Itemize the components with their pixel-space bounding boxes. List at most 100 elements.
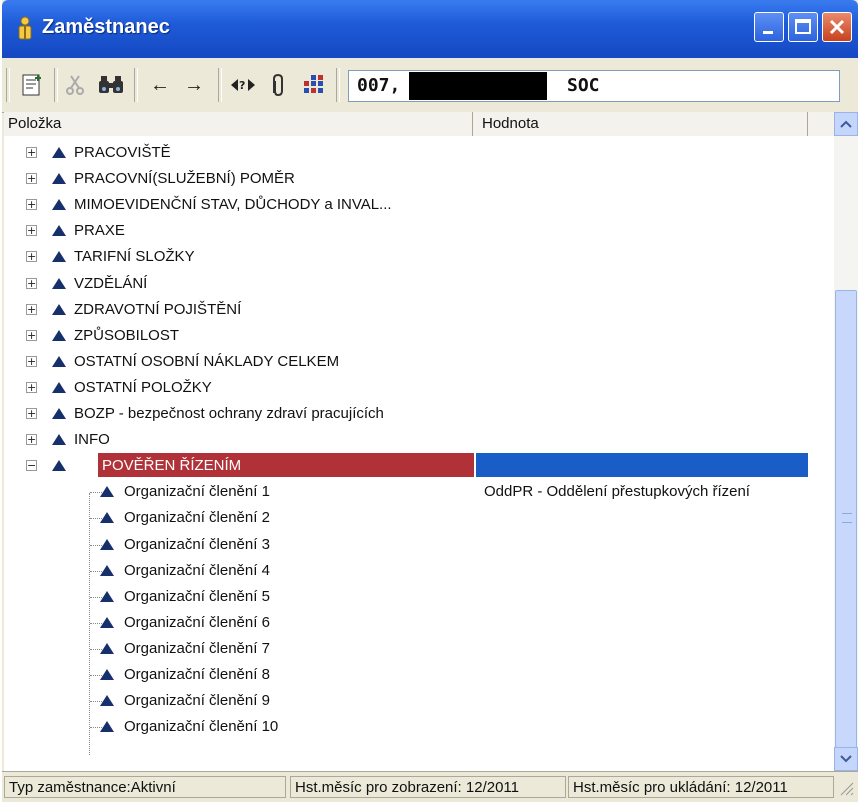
scroll-down-button[interactable] <box>834 747 858 771</box>
column-header: Položka Hodnota <box>4 112 834 137</box>
node-icon <box>100 486 114 498</box>
collapse-icon[interactable]: − <box>26 460 37 472</box>
tree-row-child[interactable]: Organizační členění 4 <box>4 558 834 584</box>
tree-item-label: Organizační členění 5 <box>124 587 270 605</box>
maximize-button[interactable] <box>788 12 818 42</box>
tree-item-value: OddPR - Oddělení přestupkových řízení <box>484 483 750 501</box>
tree-row-group[interactable]: + VZDĚLÁNÍ <box>4 271 834 297</box>
tree-row-child[interactable]: Organizační členění 10 <box>4 714 834 740</box>
expand-icon[interactable]: + <box>26 199 37 211</box>
status-save-month: Hst.měsíc pro ukládání: 12/2011 <box>568 776 834 798</box>
minimize-button[interactable] <box>754 12 784 42</box>
expand-icon[interactable]: + <box>26 303 37 315</box>
selected-value-cell[interactable] <box>476 453 808 478</box>
expand-icon[interactable]: + <box>26 329 37 341</box>
close-button[interactable] <box>822 12 852 42</box>
minimize-icon <box>763 31 773 34</box>
expand-icon[interactable]: + <box>26 408 37 419</box>
node-icon <box>52 147 66 158</box>
tree-row-group[interactable]: + PRACOVIŠTĚ <box>4 140 834 166</box>
node-icon <box>100 590 114 602</box>
toolbar-separator <box>336 68 340 102</box>
node-icon <box>52 199 66 211</box>
toolbar-separator <box>54 68 58 102</box>
node-icon <box>52 277 66 289</box>
node-icon <box>52 381 66 393</box>
tree-item-label: Organizační členění 4 <box>124 561 270 579</box>
expand-icon[interactable]: + <box>26 355 37 367</box>
tree-row-group[interactable]: + PRACOVNÍ(SLUŽEBNÍ) POMĚR <box>4 166 834 192</box>
tree-row-child[interactable]: Organizační členění 3 <box>4 532 834 558</box>
tree-row-selected[interactable]: − POVĚŘEN ŘÍZENÍM <box>4 453 834 479</box>
tree-row-group[interactable]: + ZPŮSOBILOST <box>4 323 834 349</box>
employee-window: Zaměstnanec ← → ? 007, SOC Položka Hodno… <box>2 0 858 802</box>
node-icon <box>52 434 66 446</box>
tree-row-child[interactable]: Organizační členění 9 <box>4 688 834 714</box>
tree-row-group[interactable]: + TARIFNÍ SLOŽKY <box>4 244 834 270</box>
tree-row-group[interactable]: + BOZP - bezpečnost ochrany zdraví pracuj… <box>4 401 834 427</box>
tree-row-group[interactable]: + PRAXE <box>4 218 834 244</box>
back-button[interactable]: ← <box>146 71 174 99</box>
node-icon <box>52 303 66 315</box>
tree-item-label: BOZP - bezpečnost ochrany zdraví pracují… <box>74 405 384 422</box>
status-bar: Typ zaměstnance:Aktivní Hst.měsíc pro zo… <box>2 771 858 802</box>
tree-item-label: VZDĚLÁNÍ <box>74 274 148 292</box>
tree-row-child[interactable]: Organizační členění 5 <box>4 584 834 610</box>
column-divider[interactable] <box>807 112 808 136</box>
resize-grip-icon[interactable] <box>838 780 854 796</box>
scroll-grip <box>842 513 852 523</box>
tree-item-label: PRACOVIŠTĚ <box>74 144 171 161</box>
tree-row-group[interactable]: + ZDRAVOTNÍ POJIŠTĚNÍ <box>4 297 834 323</box>
tree-row-child[interactable]: Organizační členění 2 <box>4 505 834 531</box>
expand-icon[interactable]: + <box>26 434 37 446</box>
expand-icon[interactable]: + <box>26 173 37 185</box>
node-icon <box>100 564 114 576</box>
node-icon <box>52 251 66 263</box>
tree-row-group[interactable]: + OSTATNÍ POLOŽKY <box>4 375 834 401</box>
arrow-right-icon: → <box>184 73 204 96</box>
expand-icon[interactable]: + <box>26 225 37 237</box>
tree-row-group[interactable]: + MIMOEVIDENČNÍ STAV, DŮCHODY a INVAL... <box>4 192 834 218</box>
grid-icon <box>304 75 323 93</box>
tree-item-label: POVĚŘEN ŘÍZENÍM <box>102 457 242 475</box>
employee-id-suffix: SOC <box>567 75 600 96</box>
employee-card-icon <box>22 74 41 96</box>
tree-item-label: ZDRAVOTNÍ POJIŠTĚNÍ <box>74 300 242 318</box>
tree-item-label: INFO <box>74 431 110 449</box>
swap-button[interactable]: ? <box>228 71 258 99</box>
find-button[interactable] <box>96 71 126 99</box>
status-employee-type: Typ zaměstnance:Aktivní <box>4 776 286 798</box>
tree-row-group[interactable]: + OSTATNÍ OSOBNÍ NÁKLADY CELKEM <box>4 349 834 375</box>
toolbar-separator <box>218 68 222 102</box>
vertical-scrollbar[interactable] <box>834 112 858 771</box>
tree-item-label: PRAXE <box>74 222 125 240</box>
tree-item-label: Organizační členění 8 <box>124 666 270 683</box>
employee-id-field[interactable]: 007, SOC <box>348 70 840 102</box>
tree-row-child[interactable]: Organizační členění 8 <box>4 662 834 688</box>
expand-icon[interactable]: + <box>26 251 37 263</box>
tree-item-label: Organizační členění 7 <box>124 639 270 657</box>
tree-row-child[interactable]: Organizační členění 6 <box>4 610 834 636</box>
expand-icon[interactable]: + <box>26 277 37 289</box>
title-bar[interactable]: Zaměstnanec <box>2 0 858 58</box>
node-icon <box>100 512 114 524</box>
column-value-header[interactable]: Hodnota <box>482 115 539 132</box>
expand-icon[interactable]: + <box>26 381 37 393</box>
toolbar-separator <box>134 68 138 102</box>
tree-row-group[interactable]: + INFO <box>4 427 834 453</box>
column-name-header[interactable]: Položka <box>8 115 61 132</box>
person-icon <box>18 16 32 40</box>
attach-button[interactable] <box>264 71 292 99</box>
column-divider[interactable] <box>472 112 473 136</box>
tree-row-child[interactable]: Organizační členění 7 <box>4 636 834 662</box>
scroll-thumb[interactable] <box>835 290 857 748</box>
scroll-up-button[interactable] <box>834 112 858 136</box>
node-icon <box>100 642 114 654</box>
arrows-swap-icon: ? <box>231 79 255 92</box>
cut-button[interactable] <box>62 71 90 99</box>
grid-button[interactable] <box>300 71 328 99</box>
forward-button[interactable]: → <box>180 71 208 99</box>
tree-row-child[interactable]: Organizační členění 1 OddPR - Oddělení př… <box>4 479 834 505</box>
employee-card-button[interactable] <box>18 71 46 99</box>
expand-icon[interactable]: + <box>26 147 37 158</box>
